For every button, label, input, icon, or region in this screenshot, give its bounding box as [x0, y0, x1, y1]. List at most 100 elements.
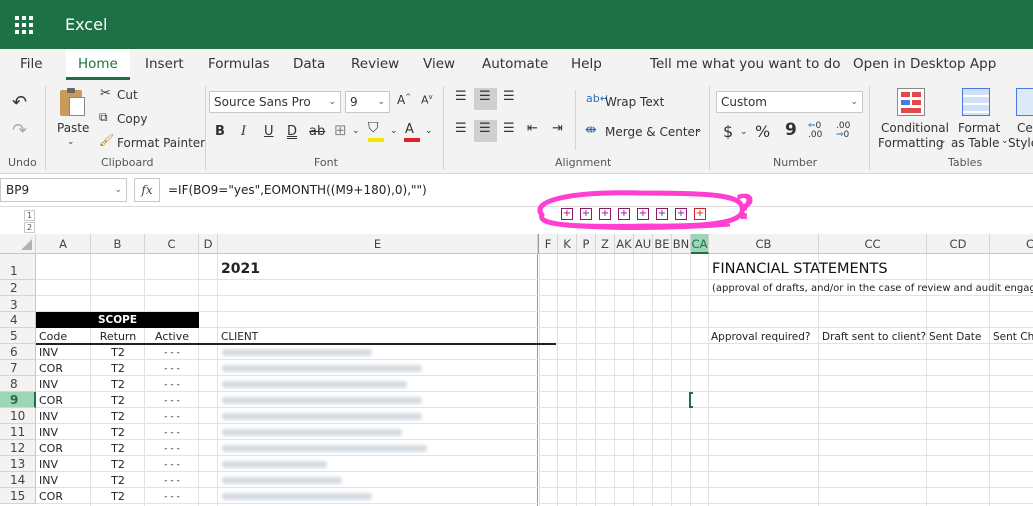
- copy-icon[interactable]: ⧉: [99, 110, 108, 125]
- row-header-8[interactable]: 8: [0, 376, 36, 392]
- bold-button[interactable]: B: [215, 124, 225, 139]
- expand-group-button[interactable]: +: [675, 208, 687, 220]
- format-as-table-line1[interactable]: Format: [958, 121, 1000, 135]
- cell-scope-header[interactable]: SCOPE: [36, 313, 199, 327]
- outline-level-2-button[interactable]: 2: [24, 222, 35, 233]
- cell-cc5-draft-header[interactable]: Draft sent to client?: [822, 330, 926, 344]
- number-format-select[interactable]: Custom ⌄: [716, 91, 863, 113]
- outline-level-1-button[interactable]: 1: [24, 210, 35, 221]
- tab-formulas[interactable]: Formulas: [208, 49, 270, 80]
- cell-return[interactable]: T2: [91, 378, 145, 392]
- cell-active[interactable]: - - -: [145, 458, 199, 472]
- expand-group-button[interactable]: +: [618, 208, 630, 220]
- tab-home[interactable]: Home: [66, 49, 130, 80]
- column-header-a[interactable]: A: [36, 234, 91, 254]
- column-header-e[interactable]: E: [218, 234, 538, 254]
- row-header-12[interactable]: 12: [0, 440, 36, 456]
- cell-code[interactable]: INV: [39, 378, 58, 392]
- expand-group-button[interactable]: +: [580, 208, 592, 220]
- decrease-indent-icon[interactable]: ⇤: [527, 121, 538, 136]
- cell-active[interactable]: - - -: [145, 378, 199, 392]
- cell-code[interactable]: INV: [39, 410, 58, 424]
- merge-center-button[interactable]: Merge & Center: [605, 125, 700, 139]
- cell-return[interactable]: T2: [91, 394, 145, 408]
- cell-code[interactable]: INV: [39, 426, 58, 440]
- decrease-font-icon[interactable]: Av: [421, 93, 433, 107]
- formula-input[interactable]: =IF(BO9="yes",EOMONTH((M9+180),0),""): [168, 178, 427, 202]
- merge-center-icon[interactable]: ⇼: [585, 122, 597, 138]
- row-header-15[interactable]: 15: [0, 488, 36, 504]
- undo-icon[interactable]: ↶: [12, 92, 27, 113]
- align-middle-icon[interactable]: ☰: [479, 89, 491, 104]
- column-header-au[interactable]: AU: [634, 234, 653, 254]
- row-header-9[interactable]: 9: [0, 392, 36, 408]
- expand-group-button[interactable]: +: [561, 208, 573, 220]
- tab-help[interactable]: Help: [571, 49, 602, 80]
- column-header-ca[interactable]: CA: [691, 234, 709, 254]
- italic-button[interactable]: I: [241, 124, 246, 139]
- row-header-1[interactable]: 1: [0, 254, 36, 280]
- cell-return[interactable]: T2: [91, 426, 145, 440]
- cell-active[interactable]: - - -: [145, 410, 199, 424]
- borders-dropdown-icon[interactable]: ⌄: [352, 126, 360, 136]
- cell-b5-return-header[interactable]: Return: [91, 330, 145, 344]
- fill-color-icon[interactable]: ⛉: [368, 120, 379, 136]
- underline-button[interactable]: U: [264, 124, 274, 139]
- cell-code[interactable]: COR: [39, 442, 63, 456]
- cell-cb5-approval-header[interactable]: Approval required?: [711, 330, 811, 344]
- tab-view[interactable]: View: [423, 49, 455, 80]
- cell-return[interactable]: T2: [91, 442, 145, 456]
- column-header-z[interactable]: Z: [596, 234, 615, 254]
- column-header-cd[interactable]: CD: [927, 234, 990, 254]
- row-header-11[interactable]: 11: [0, 424, 36, 440]
- column-header-cb[interactable]: CB: [709, 234, 819, 254]
- font-name-select[interactable]: Source Sans Pro ⌄: [209, 91, 341, 113]
- double-underline-button[interactable]: D: [287, 124, 297, 139]
- row-header-6[interactable]: 6: [0, 344, 36, 360]
- row-header-3[interactable]: 3: [0, 296, 36, 312]
- cell-cb1-title[interactable]: FINANCIAL STATEMENTS: [712, 260, 888, 278]
- cell-cb2-subtitle[interactable]: (approval of drafts, and/or in the case …: [712, 282, 1033, 296]
- row-header-2[interactable]: 2: [0, 280, 36, 296]
- column-header-ak[interactable]: AK: [615, 234, 634, 254]
- cell-code[interactable]: INV: [39, 458, 58, 472]
- cell-return[interactable]: T2: [91, 346, 145, 360]
- currency-button[interactable]: $: [723, 122, 733, 141]
- cell-styles-line1[interactable]: Ce: [1017, 121, 1033, 135]
- tab-data[interactable]: Data: [293, 49, 325, 80]
- cell-code[interactable]: INV: [39, 346, 58, 360]
- expand-group-button[interactable]: +: [637, 208, 649, 220]
- name-box[interactable]: BP9 ⌄: [0, 178, 127, 202]
- cell-styles-line2[interactable]: Style: [1008, 136, 1033, 150]
- app-launcher-icon[interactable]: [0, 0, 48, 49]
- row-header-13[interactable]: 13: [0, 456, 36, 472]
- format-painter-button[interactable]: Format Painter: [117, 136, 205, 150]
- align-left-icon[interactable]: ☰: [455, 121, 467, 136]
- spreadsheet-grid[interactable]: A B C D E F K P Z AK AU BE BN CA CB CC C…: [0, 234, 1033, 506]
- cell-return[interactable]: T2: [91, 490, 145, 504]
- fill-dropdown-icon[interactable]: ⌄: [390, 126, 398, 136]
- tab-file[interactable]: File: [20, 49, 43, 80]
- cell-return[interactable]: T2: [91, 474, 145, 488]
- cell-active[interactable]: - - -: [145, 442, 199, 456]
- cut-icon[interactable]: ✂: [100, 86, 111, 101]
- cell-active[interactable]: - - -: [145, 394, 199, 408]
- expand-group-button[interactable]: +: [694, 208, 706, 220]
- wrap-text-button[interactable]: Wrap Text: [605, 95, 664, 109]
- cell-e1-year[interactable]: 2021: [221, 260, 260, 278]
- cell-return[interactable]: T2: [91, 362, 145, 376]
- expand-group-button[interactable]: +: [599, 208, 611, 220]
- align-right-icon[interactable]: ☰: [503, 121, 515, 136]
- cell-ce5-sent-ch-header[interactable]: Sent Ch: [993, 330, 1033, 344]
- conditional-formatting-line1[interactable]: Conditional: [881, 121, 949, 135]
- paste-icon[interactable]: [58, 88, 88, 118]
- cell-active[interactable]: - - -: [145, 490, 199, 504]
- cell-active[interactable]: - - -: [145, 362, 199, 376]
- paste-dropdown-icon[interactable]: ⌄: [67, 137, 75, 147]
- conditional-dropdown-icon[interactable]: ⌄: [939, 136, 947, 146]
- cell-styles-icon[interactable]: [1016, 88, 1033, 116]
- merge-dropdown-icon[interactable]: ⌄: [695, 125, 703, 135]
- column-header-bn[interactable]: BN: [672, 234, 691, 254]
- font-color-dropdown-icon[interactable]: ⌄: [425, 126, 433, 136]
- column-header-k[interactable]: K: [558, 234, 577, 254]
